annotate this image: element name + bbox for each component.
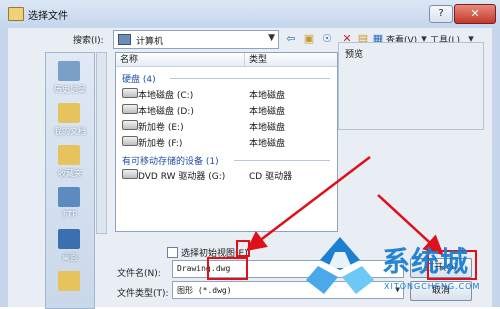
watermark-text: 系统城 <box>382 245 470 278</box>
file-dialog-window: 选择文件 ? ✕ 搜索(I): 计算机 ▼ ⇦ ▣ ☉ ✕ ▤ ▦ 查看(V) … <box>0 0 500 309</box>
watermark-logo-icon <box>306 237 374 294</box>
watermark: 系统城 XITONGCHENG.COM <box>300 228 500 307</box>
watermark-url: XITONGCHENG.COM <box>384 282 481 291</box>
